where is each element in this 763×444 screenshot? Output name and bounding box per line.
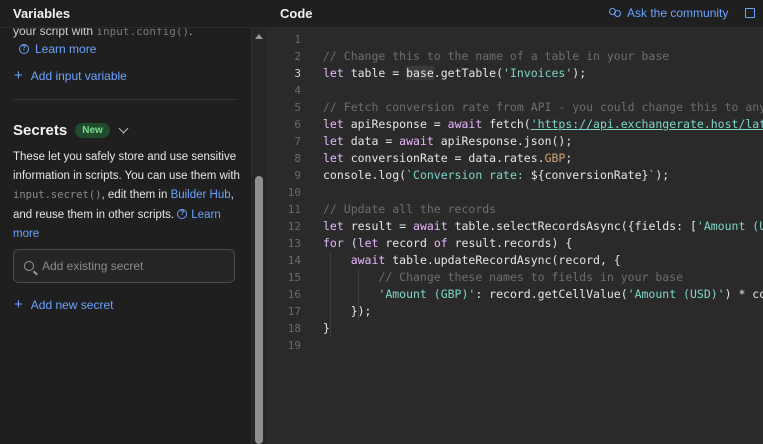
- add-input-variable-button[interactable]: + Add input variable: [14, 67, 127, 84]
- variables-header: Variables: [0, 0, 266, 28]
- help-icon: ?: [177, 208, 188, 219]
- help-icon: ?: [19, 44, 29, 54]
- learn-more-label: Learn more: [35, 42, 97, 56]
- code-line: 9 console.log(`Conversion rate: ${convers…: [294, 168, 670, 182]
- code-line: 19: [287, 339, 301, 352]
- scroll-thumb[interactable]: [255, 176, 263, 444]
- code-line: 17 });: [287, 304, 372, 318]
- chevron-down-icon[interactable]: [118, 123, 129, 134]
- secrets-description: These let you safely store and use sensi…: [13, 151, 240, 240]
- code-line: 15 // Change these names to fields in yo…: [287, 270, 684, 284]
- divider: [13, 99, 237, 100]
- variables-panel: your script with input.config(). Variabl…: [0, 0, 266, 444]
- existing-secret-input[interactable]: [42, 259, 222, 273]
- builder-hub-link[interactable]: Builder Hub: [171, 189, 231, 201]
- code-line: 2// Change this to the name of a table i…: [294, 49, 670, 63]
- new-badge: New: [75, 123, 110, 138]
- code-line: 5// Fetch conversion rate from API - you…: [294, 100, 763, 114]
- code-editor[interactable]: 1 2// Change this to the name of a table…: [266, 31, 763, 444]
- existing-secret-search[interactable]: [13, 249, 235, 283]
- code-line: 13 for (let record of result.records) {: [287, 236, 573, 250]
- ask-community-link[interactable]: Ask the community: [609, 6, 728, 20]
- code-line: 4: [294, 84, 301, 97]
- secrets-section-header[interactable]: Secrets New: [13, 122, 129, 139]
- docs-icon[interactable]: [745, 8, 755, 18]
- panel-title: Variables: [13, 6, 71, 21]
- code-line: 16 'Amount (GBP)': record.getCellValue('…: [287, 287, 763, 301]
- code-line: 10: [287, 186, 301, 199]
- code-line: 14 await table.updateRecordAsync(record,…: [287, 253, 621, 267]
- add-new-secret-label: Add new secret: [30, 298, 114, 312]
- code-line: 7 let data = await apiResponse.json();: [294, 134, 573, 148]
- add-input-variable-label: Add input variable: [30, 69, 127, 83]
- left-scrollbar[interactable]: [251, 28, 266, 444]
- plus-icon: +: [14, 67, 23, 84]
- search-icon: [24, 261, 34, 271]
- code-line: 3 let table = base.getTable('Invoices');: [294, 66, 587, 80]
- code-line: 1: [294, 33, 301, 46]
- people-icon: [609, 8, 621, 18]
- code-header: Code Ask the community: [266, 0, 763, 28]
- code-title: Code: [280, 6, 313, 21]
- code-panel: Code Ask the community 1 2// Change this…: [266, 0, 763, 444]
- add-new-secret-button[interactable]: + Add new secret: [14, 296, 114, 313]
- code-line: 8 let conversionRate = data.rates.GBP;: [294, 151, 573, 165]
- ask-community-label: Ask the community: [627, 6, 729, 20]
- plus-icon: +: [14, 296, 23, 313]
- scroll-up-arrow-icon[interactable]: [255, 34, 263, 39]
- code-line: 12 let result = await table.selectRecords…: [287, 219, 763, 233]
- secrets-title: Secrets: [13, 122, 68, 139]
- learn-more-link-input[interactable]: ? Learn more: [19, 42, 96, 56]
- code-line: 18}: [287, 321, 330, 335]
- secret-code: input.secret(): [13, 189, 102, 202]
- code-line: 6 let apiResponse = await fetch('https://…: [294, 117, 763, 131]
- code-line: 11// Update all the records: [287, 202, 497, 216]
